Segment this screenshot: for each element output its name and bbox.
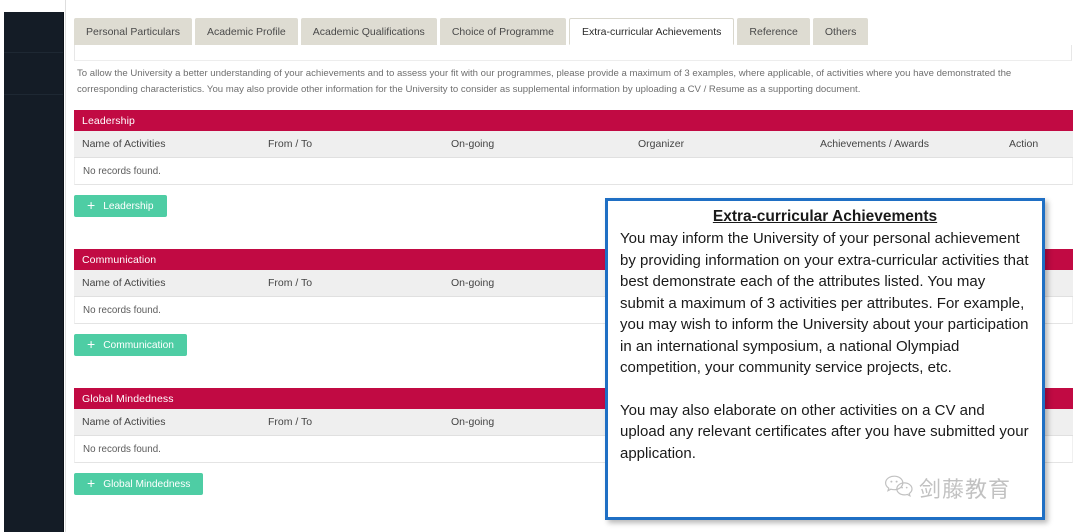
empty-state-row: No records found. [74, 158, 1073, 185]
plus-icon: + [87, 475, 96, 491]
column-on-going: On-going [451, 138, 495, 150]
column-on-going: On-going [451, 277, 495, 289]
tab-bar: Personal Particulars Academic Profile Ac… [74, 18, 1080, 45]
plus-icon: + [87, 336, 96, 352]
column-name-of-activities: Name of Activities [82, 277, 166, 289]
add-global-mindedness-button[interactable]: + Global Mindedness [74, 473, 204, 495]
application-window: Personal Particulars Academic Profile Ac… [0, 0, 1080, 532]
tab-choice-of-programme[interactable]: Choice of Programme [439, 18, 566, 45]
column-on-going: On-going [451, 416, 495, 428]
tab-reference[interactable]: Reference [737, 18, 810, 45]
column-name-of-activities: Name of Activities [82, 138, 166, 150]
add-button-label: Leadership [103, 200, 154, 212]
add-communication-button[interactable]: + Communication [74, 334, 187, 356]
add-button-label: Communication [103, 339, 174, 351]
column-action: Action [1009, 138, 1039, 150]
section-title: Communication [82, 253, 157, 266]
section-title: Leadership [82, 114, 135, 127]
tab-label: Academic Qualifications [312, 25, 425, 38]
table-header-row: Name of Activities From / To On-going Or… [74, 131, 1073, 158]
tab-panel-top-edge [74, 45, 1072, 61]
tab-label: Extra-curricular Achievements [581, 25, 722, 38]
tab-academic-qualifications[interactable]: Academic Qualifications [300, 18, 437, 45]
left-sidebar [4, 12, 64, 532]
tab-label: Reference [749, 25, 798, 38]
empty-state-text: No records found. [83, 165, 161, 177]
add-leadership-button[interactable]: + Leadership [74, 195, 167, 217]
tab-others[interactable]: Others [812, 18, 869, 45]
column-name-of-activities: Name of Activities [82, 416, 166, 428]
tab-personal-particulars[interactable]: Personal Particulars [74, 18, 192, 45]
column-from-to: From / To [268, 416, 313, 428]
section-header: Leadership [74, 110, 1073, 131]
sidebar-divider-1 [4, 52, 63, 53]
callout-paragraph-2: You may also elaborate on other activiti… [620, 401, 1029, 462]
tab-label: Others [824, 25, 857, 38]
column-organizer: Organizer [638, 138, 685, 150]
callout-paragraph-1: You may inform the University of your pe… [620, 230, 1029, 376]
empty-state-text: No records found. [83, 304, 161, 316]
add-button-label: Global Mindedness [103, 478, 191, 490]
tab-academic-profile[interactable]: Academic Profile [194, 18, 298, 45]
section-title: Global Mindedness [82, 392, 174, 405]
tab-label: Personal Particulars [86, 25, 180, 38]
tab-extra-curricular-achievements[interactable]: Extra-curricular Achievements [568, 18, 735, 45]
tab-label: Choice of Programme [451, 25, 554, 38]
annotation-callout: Extra-curricular Achievements You may in… [605, 198, 1045, 520]
tab-label: Academic Profile [206, 25, 286, 38]
column-achievements-awards: Achievements / Awards [820, 138, 929, 150]
column-from-to: From / To [268, 277, 313, 289]
instruction-text: To allow the University a better underst… [77, 68, 1012, 95]
empty-state-text: No records found. [83, 443, 161, 455]
column-from-to: From / To [268, 138, 313, 150]
sidebar-divider-2 [4, 94, 63, 95]
callout-title: Extra-curricular Achievements [712, 208, 938, 225]
plus-icon: + [87, 197, 96, 213]
